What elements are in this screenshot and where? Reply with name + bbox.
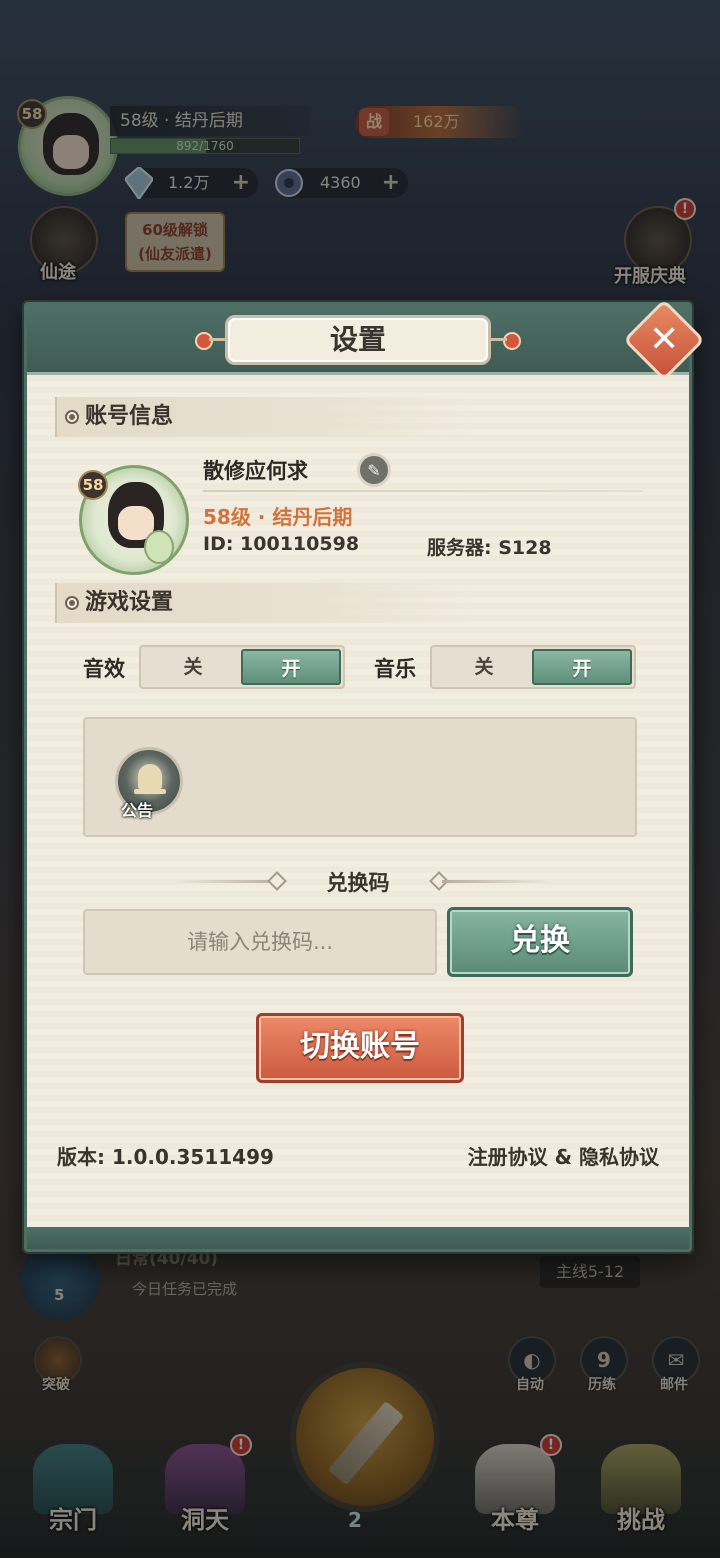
section-bullet-icon — [65, 596, 79, 610]
divider-ornament — [442, 880, 552, 883]
profile-avatar: 58 — [78, 465, 189, 575]
redeem-code-input[interactable] — [83, 909, 437, 975]
sound-effects-off[interactable]: 关 — [143, 647, 243, 687]
shortcut-panel: 公告 — [83, 717, 637, 837]
redeem-code-title: 兑换码 — [326, 871, 390, 895]
account-section-title: 账号信息 — [85, 404, 174, 429]
redeem-button[interactable]: 兑换 — [447, 907, 633, 977]
dialog-title: 设置 — [225, 315, 491, 365]
announcement-label: 公告 — [121, 801, 154, 820]
gourd-icon — [144, 530, 174, 564]
profile-id: ID: 100110598 — [203, 533, 360, 555]
sound-effects-toggle[interactable]: 关 开 — [139, 645, 345, 689]
edit-name-icon[interactable]: ✎ — [357, 453, 391, 487]
game-settings-section-header: 游戏设置 — [55, 583, 475, 623]
profile-level-badge: 58 — [78, 470, 108, 500]
dialog-header: 设置 ✕ — [27, 298, 706, 382]
profile-level-title: 58级 · 结丹后期 — [203, 505, 353, 529]
profile-nickname: 散修应何求 — [203, 459, 308, 483]
profile-server: 服务器: S128 — [427, 537, 552, 559]
music-toggle[interactable]: 关 开 — [430, 645, 636, 689]
music-on[interactable]: 开 — [532, 649, 632, 685]
settings-dialog: 设置 ✕ 账号信息 58 散修应何求 ✎ 58级 · 结丹后期 ID: 1001… — [24, 298, 706, 1252]
music-label: 音乐 — [374, 657, 416, 681]
account-section-header: 账号信息 — [55, 397, 475, 437]
game-settings-section-title: 游戏设置 — [85, 590, 174, 615]
divider — [203, 490, 643, 492]
version-text: 版本: 1.0.0.3511499 — [57, 1145, 274, 1169]
sound-effects-on[interactable]: 开 — [241, 649, 341, 685]
sound-effects-label: 音效 — [83, 657, 125, 681]
close-icon: ✕ — [648, 318, 680, 360]
section-bullet-icon — [65, 410, 79, 424]
terms-privacy-link[interactable]: 注册协议 & 隐私协议 — [468, 1141, 659, 1170]
bell-icon — [134, 764, 166, 794]
switch-account-button[interactable]: 切换账号 — [256, 1013, 464, 1083]
dialog-footer — [27, 1227, 689, 1249]
music-off[interactable]: 关 — [434, 647, 534, 687]
